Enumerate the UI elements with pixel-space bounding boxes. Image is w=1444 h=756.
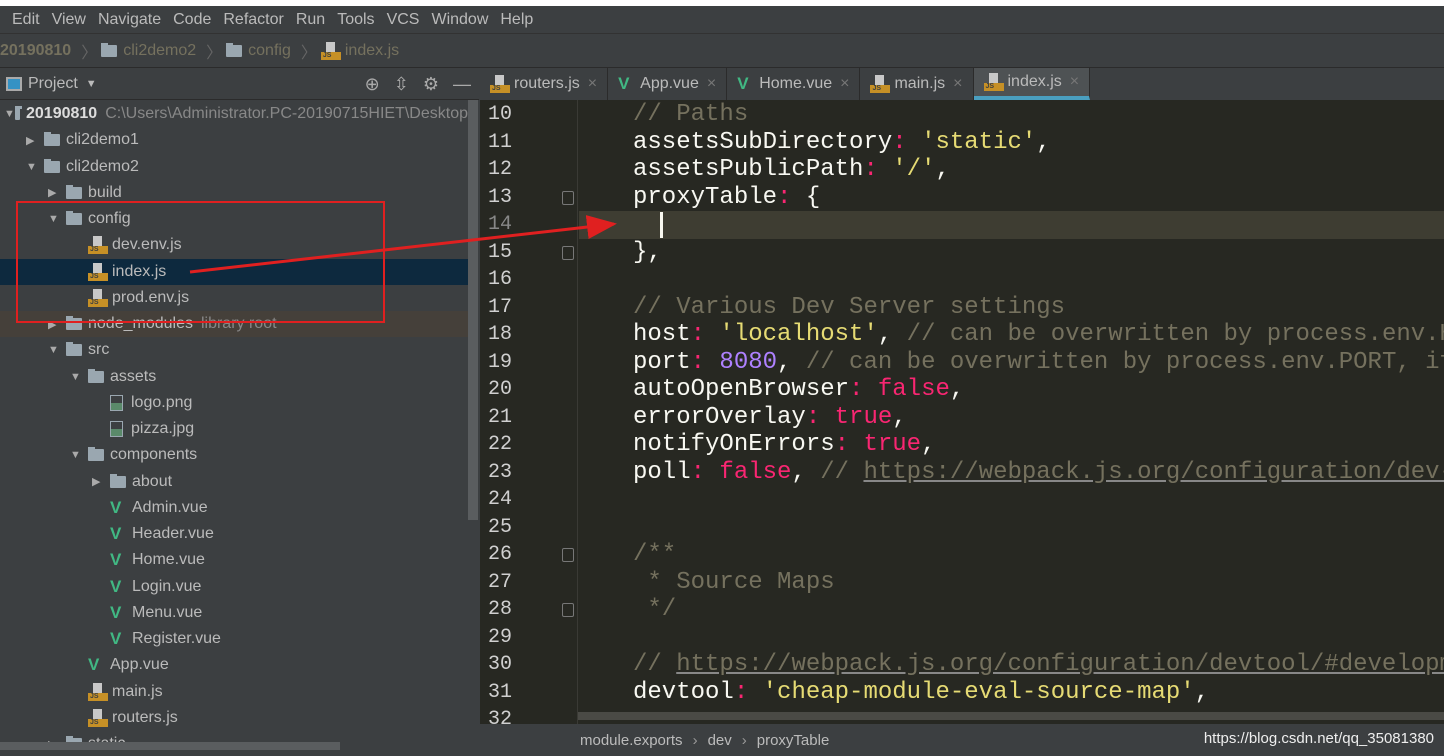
annotation-arrow-line xyxy=(189,215,617,274)
annotation-arrow xyxy=(189,215,617,274)
